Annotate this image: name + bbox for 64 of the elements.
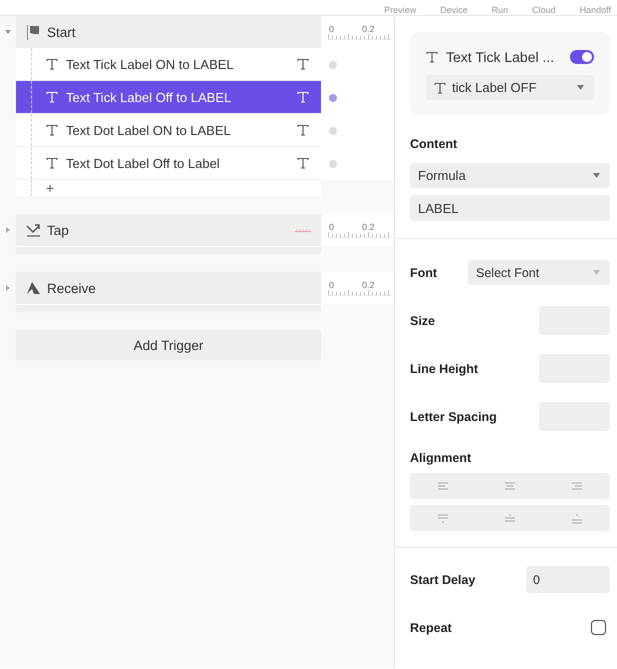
trigger-header[interactable]: Start xyxy=(16,16,321,48)
text-type-icon xyxy=(297,58,309,70)
text-icon xyxy=(434,82,446,94)
content-type-select[interactable]: Formula xyxy=(410,163,610,188)
timeline-ruler xyxy=(328,34,392,40)
add-layer-button[interactable]: + xyxy=(46,181,54,195)
ruler-label: 0 xyxy=(329,24,334,34)
layer-row[interactable]: Text Tick Label Off to LABEL xyxy=(16,81,321,114)
text-icon xyxy=(426,51,438,63)
ruler-label: 0 xyxy=(329,222,334,232)
repeat-checkbox[interactable] xyxy=(591,620,606,635)
timeline-ruler xyxy=(328,232,392,238)
dropdown-arrow-icon xyxy=(593,173,600,178)
text-icon xyxy=(46,157,58,169)
field-label: Letter Spacing xyxy=(410,410,497,424)
timeline-ruler xyxy=(328,290,392,296)
tap-icon xyxy=(26,224,41,236)
dropdown-arrow-icon xyxy=(593,270,600,275)
layer-row[interactable]: Text Dot Label ON to LABEL xyxy=(16,114,321,147)
vertical-align-icon xyxy=(437,512,450,524)
start-delay-field[interactable]: 0 xyxy=(526,566,610,593)
field-label: Repeat xyxy=(410,620,452,634)
text-type-icon xyxy=(297,91,309,103)
paper-plane-icon xyxy=(26,281,41,295)
section-heading: Content xyxy=(410,137,458,151)
toggle-switch[interactable] xyxy=(570,50,594,64)
add-trigger-button[interactable]: Add Trigger xyxy=(16,330,321,360)
keyframe-dot[interactable] xyxy=(329,94,337,102)
font-select[interactable]: Select Font xyxy=(468,260,610,285)
keyframe-dot[interactable] xyxy=(329,126,337,134)
field-label: Font xyxy=(410,266,438,280)
keyframe-dot[interactable] xyxy=(329,60,337,68)
field-label: Start Delay xyxy=(410,572,476,586)
text-icon xyxy=(46,58,58,70)
text-icon xyxy=(46,124,58,136)
field-label: Line Height xyxy=(410,362,478,376)
layer-row[interactable]: Text Tick Label ON to LABEL xyxy=(16,48,321,81)
field-label: Size xyxy=(410,314,436,328)
state-select[interactable]: tick Label OFF xyxy=(426,75,594,100)
dropdown-arrow-icon xyxy=(577,85,584,90)
caret-right-icon[interactable] xyxy=(5,285,11,291)
text-align-icon xyxy=(570,480,583,492)
text-align-icon xyxy=(437,480,450,492)
layer-row[interactable]: Text Dot Label Off to Label xyxy=(16,147,321,180)
trigger-header[interactable]: Receive xyxy=(16,272,321,304)
flag-icon xyxy=(26,24,41,40)
ruler-label: 0.2 xyxy=(362,222,375,232)
field-label: Alignment xyxy=(410,451,472,465)
vertical-align-icon xyxy=(570,512,583,524)
timeline-marker xyxy=(295,228,311,232)
ruler-label: 0.2 xyxy=(362,24,375,34)
text-type-icon xyxy=(297,124,309,136)
caret-down-icon[interactable] xyxy=(5,29,11,35)
text-icon xyxy=(46,91,58,103)
vertical-align-icon xyxy=(504,512,516,524)
ruler-label: 0 xyxy=(329,280,334,290)
keyframe-dot[interactable] xyxy=(329,160,337,168)
text-align-icon xyxy=(504,480,516,492)
trigger-header[interactable]: Tap xyxy=(16,214,321,246)
ruler-label: 0.2 xyxy=(362,280,375,290)
content-field[interactable]: LABEL xyxy=(410,195,610,221)
text-type-icon xyxy=(297,157,309,169)
layer-title: Text Tick Label ... xyxy=(446,49,556,65)
caret-right-icon[interactable] xyxy=(5,227,11,233)
